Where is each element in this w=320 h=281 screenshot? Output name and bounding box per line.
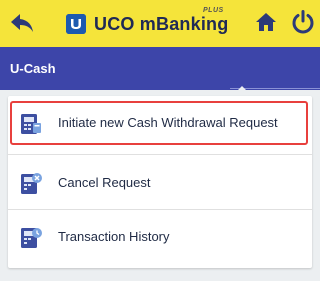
- logout-button[interactable]: [290, 9, 316, 35]
- transaction-history-icon: [21, 228, 42, 248]
- menu-item-cancel-request[interactable]: Cancel Request: [8, 157, 312, 209]
- menu-divider: [8, 154, 312, 155]
- home-button[interactable]: [254, 10, 278, 34]
- uco-logo-icon: [66, 14, 86, 34]
- home-icon: [256, 13, 276, 31]
- menu-item-label: Initiate new Cash Withdrawal Request: [58, 115, 278, 130]
- menu-divider: [8, 209, 312, 210]
- back-button[interactable]: [8, 9, 36, 37]
- app-title: UCO mBanking: [94, 13, 229, 34]
- section-pointer: [238, 86, 246, 90]
- app-plus-badge: PLUS: [203, 7, 224, 14]
- ucash-menu-card: Initiate new Cash Withdrawal Request Can…: [8, 96, 312, 268]
- back-arrow-icon: [11, 14, 33, 32]
- menu-item-transaction-history[interactable]: Transaction History: [8, 211, 312, 263]
- cancel-request-icon: [21, 173, 42, 194]
- menu-item-label: Transaction History: [58, 229, 170, 244]
- top-app-bar: UCO mBanking PLUS: [0, 0, 320, 47]
- cash-withdrawal-icon: [21, 114, 41, 134]
- section-header: U-Cash: [0, 47, 320, 90]
- menu-item-initiate-withdrawal[interactable]: Initiate new Cash Withdrawal Request: [8, 101, 312, 153]
- app-brand: UCO mBanking PLUS: [66, 7, 229, 39]
- power-icon: [292, 10, 314, 34]
- menu-item-label: Cancel Request: [58, 175, 151, 190]
- section-title: U-Cash: [10, 61, 56, 76]
